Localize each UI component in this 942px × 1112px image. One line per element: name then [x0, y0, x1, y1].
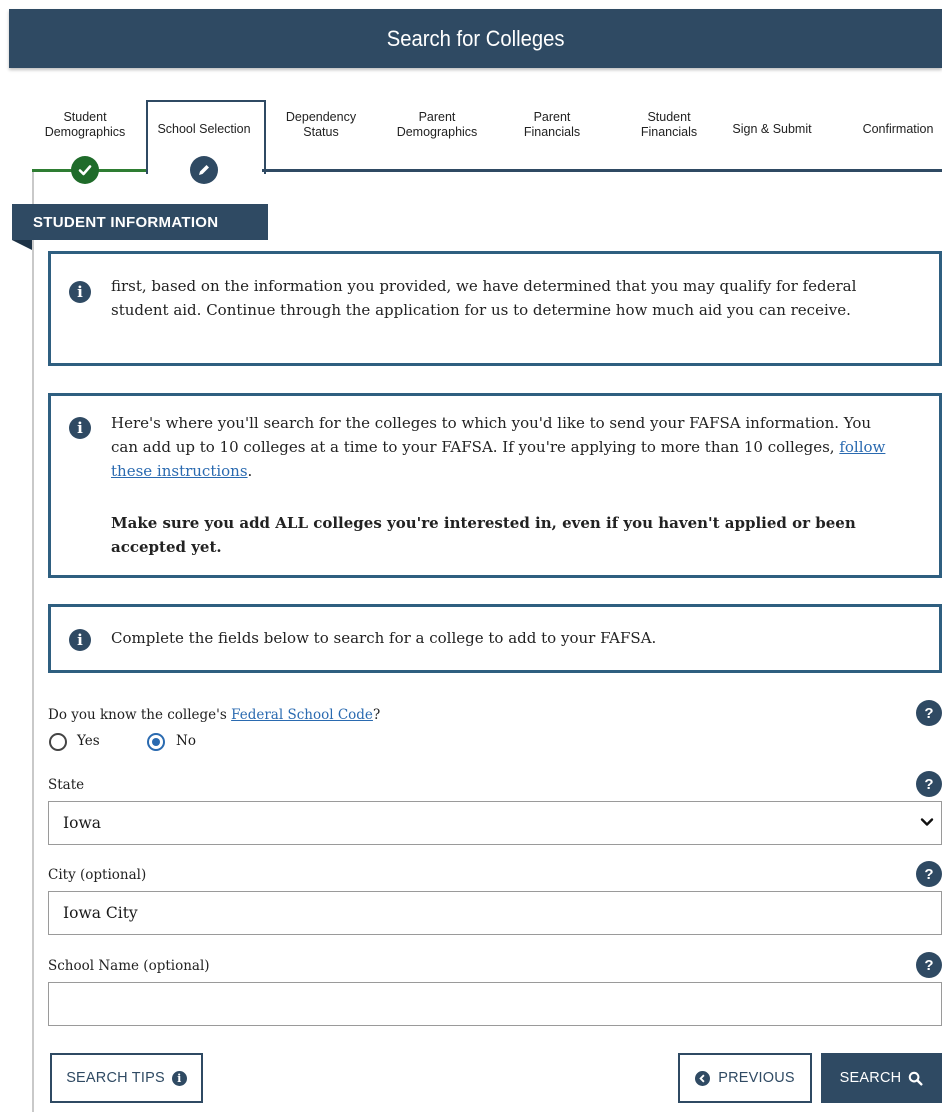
step-label: Student	[647, 110, 691, 124]
school-code-question: Do you know the college's Federal School…	[48, 707, 380, 723]
help-icon[interactable]: ?	[916, 861, 942, 887]
search-label: SEARCH	[839, 1070, 902, 1086]
eligibility-info-box: i first, based on the information you pr…	[48, 251, 942, 366]
school-name-input[interactable]	[48, 982, 942, 1026]
step-sign-submit[interactable]: Sign & Submit	[732, 122, 811, 137]
progress-line-remaining	[262, 169, 942, 172]
search-instructions-box: i Here's where you'll search for the col…	[48, 393, 942, 578]
chevron-down-icon	[920, 818, 934, 826]
info-icon: i	[69, 417, 91, 439]
content-rail	[32, 172, 34, 1112]
step-label: Confirmation	[862, 122, 934, 136]
instructions-bold-note: Make sure you add ALL colleges you're in…	[111, 514, 856, 556]
step-label: Financials	[640, 125, 698, 139]
step-label: Parent	[418, 110, 456, 124]
state-label: State	[48, 777, 85, 793]
step-parent-financials[interactable]: Parent Financials	[524, 110, 580, 140]
step-student-demographics[interactable]: Student Demographics	[45, 110, 126, 140]
previous-button[interactable]: PREVIOUS	[678, 1053, 812, 1103]
step-parent-demographics[interactable]: Parent Demographics	[397, 110, 478, 140]
step-label: Demographics	[44, 125, 126, 139]
yes-radio[interactable]	[49, 733, 67, 751]
step-label: Parent	[533, 110, 571, 124]
step-label: Status	[303, 125, 339, 139]
instructions-body: Here's where you'll search for the colle…	[111, 414, 872, 456]
help-icon[interactable]: ?	[916, 700, 942, 726]
section-banner: STUDENT INFORMATION	[12, 204, 268, 240]
previous-label: PREVIOUS	[718, 1070, 795, 1086]
info-icon: i	[69, 281, 91, 303]
question-suffix: ?	[372, 707, 381, 723]
city-label: City (optional)	[48, 867, 147, 883]
search-tips-label: SEARCH TIPS	[66, 1070, 165, 1086]
complete-fields-text: Complete the fields below to search for …	[111, 629, 657, 647]
info-icon: i	[69, 629, 91, 651]
no-label: No	[176, 733, 196, 749]
search-tips-button[interactable]: SEARCH TIPS i	[50, 1053, 203, 1103]
page-title: Search for Colleges	[386, 25, 565, 51]
banner-fold	[12, 240, 32, 250]
help-icon[interactable]: ?	[916, 771, 942, 797]
state-select[interactable]: Iowa	[48, 801, 942, 845]
school-name-label: School Name (optional)	[48, 958, 210, 974]
instructions-period: .	[247, 462, 253, 480]
pencil-icon	[190, 156, 218, 184]
city-value: Iowa City	[63, 904, 138, 922]
step-label: School Selection	[157, 122, 251, 136]
federal-school-code-link[interactable]: Federal School Code	[231, 707, 373, 723]
section-title: STUDENT INFORMATION	[33, 213, 219, 231]
instructions-text: Here's where you'll search for the colle…	[111, 411, 899, 483]
question-prefix: Do you know the college's	[48, 707, 232, 723]
city-input[interactable]: Iowa City	[48, 891, 942, 935]
page-header: Search for Colleges	[9, 9, 942, 68]
search-button[interactable]: SEARCH	[821, 1053, 942, 1103]
step-label: Sign & Submit	[732, 122, 812, 136]
step-student-financials[interactable]: Student Financials	[641, 110, 697, 140]
step-label: Demographics	[396, 125, 478, 139]
no-radio[interactable]	[147, 733, 165, 751]
step-label: Financials	[523, 125, 581, 139]
info-icon: i	[171, 1070, 187, 1086]
step-complete-check-icon	[71, 156, 99, 184]
step-dependency-status[interactable]: Dependency Status	[286, 110, 356, 140]
state-value: Iowa	[63, 814, 101, 832]
progress-steps: Student Demographics School Selection De…	[32, 100, 942, 184]
arrow-left-circle-icon	[695, 1070, 711, 1086]
step-label: Student	[63, 110, 107, 124]
search-icon	[909, 1071, 923, 1086]
complete-fields-box: i Complete the fields below to search fo…	[48, 604, 942, 673]
eligibility-text: first, based on the information you prov…	[111, 277, 857, 319]
step-confirmation[interactable]: Confirmation	[863, 122, 934, 137]
help-icon[interactable]: ?	[916, 952, 942, 978]
yes-label: Yes	[77, 733, 100, 749]
step-label: Dependency	[285, 110, 357, 124]
step-school-selection[interactable]: School Selection	[157, 122, 250, 137]
